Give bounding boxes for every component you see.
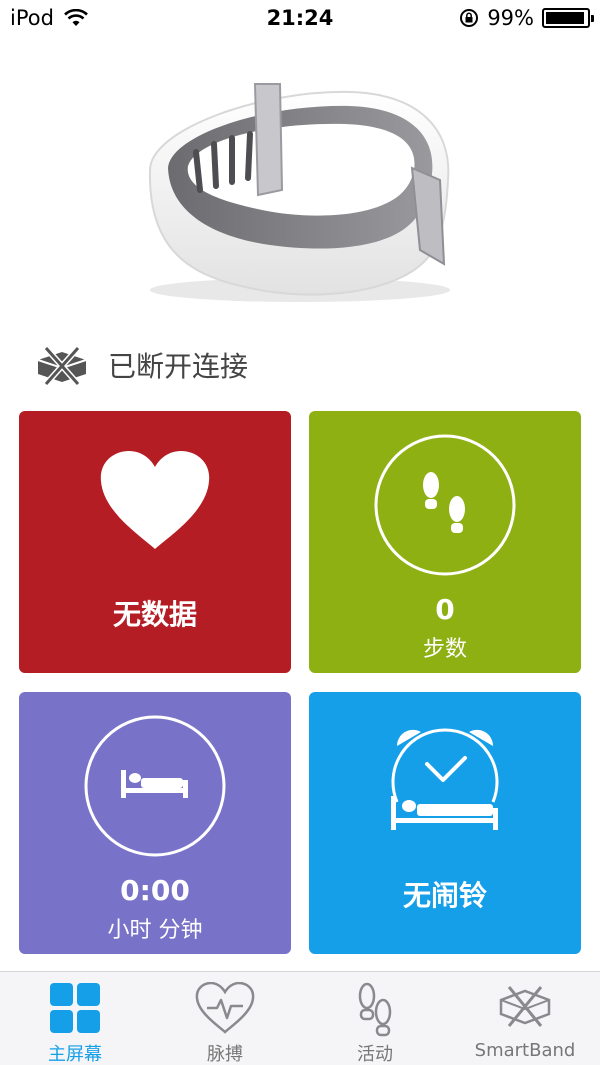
- tab-activity[interactable]: 活动: [300, 972, 450, 1065]
- pulse-heart-icon: [195, 982, 255, 1034]
- sleep-duration-value: 0:00: [120, 874, 190, 907]
- tab-home-label: 主屏幕: [48, 1044, 102, 1065]
- sleep-icon-wrap: [19, 714, 291, 858]
- heart-rate-tile[interactable]: 无数据: [19, 411, 291, 673]
- alarm-status: 无闹铃: [402, 879, 487, 912]
- rotation-lock-icon: [460, 9, 479, 27]
- pulse-heart-icon-wrap: [150, 982, 300, 1034]
- footsteps-icon: [358, 982, 392, 1037]
- tab-smartband-label: SmartBand: [474, 1040, 576, 1061]
- tab-pulse[interactable]: 脉搏: [150, 972, 300, 1065]
- sleep-tile[interactable]: 0:00 小时 分钟: [19, 692, 291, 954]
- smartband-illustration: [148, 83, 450, 302]
- steps-tile[interactable]: 0 步数: [309, 411, 581, 673]
- tab-home[interactable]: 主屏幕: [0, 972, 150, 1065]
- grid-icon-wrap: [0, 982, 150, 1034]
- heart-icon: [100, 451, 210, 549]
- status-bar: iPod 21:24 99%: [0, 0, 600, 40]
- activity-icon-wrap: [300, 982, 450, 1038]
- steps-unit: 步数: [422, 637, 467, 662]
- smartband-image: [0, 40, 600, 330]
- alarm-icon-wrap: [309, 724, 581, 836]
- alarm-clock-icon: [391, 728, 499, 830]
- alarm-tile[interactable]: 无闹铃: [309, 692, 581, 954]
- tab-smartband[interactable]: SmartBand: [450, 972, 600, 1065]
- battery-icon: [542, 8, 594, 28]
- battery-percent: 99%: [487, 6, 534, 30]
- connection-status[interactable]: 已断开连接: [34, 340, 248, 390]
- heart-rate-value: 无数据: [112, 598, 197, 631]
- steps-value: 0: [435, 593, 455, 626]
- steps-icon-wrap: [309, 433, 581, 577]
- footsteps-icon: [374, 434, 516, 576]
- heart-icon-wrap: [19, 449, 291, 551]
- smartband-icon: [499, 986, 551, 1027]
- sleep-duration-unit: 小时 分钟: [107, 918, 203, 943]
- connection-status-label: 已断开连接: [108, 350, 249, 383]
- smartband-icon-wrap: [450, 982, 600, 1030]
- tab-activity-label: 活动: [357, 1044, 393, 1065]
- status-right: 99%: [459, 6, 594, 30]
- tab-pulse-label: 脉搏: [207, 1044, 243, 1065]
- grid-icon: [50, 983, 100, 1033]
- bed-icon: [84, 715, 226, 857]
- disconnected-band-icon: [37, 346, 87, 386]
- tab-bar: 主屏幕 脉搏 活动 SmartBand: [0, 971, 600, 1065]
